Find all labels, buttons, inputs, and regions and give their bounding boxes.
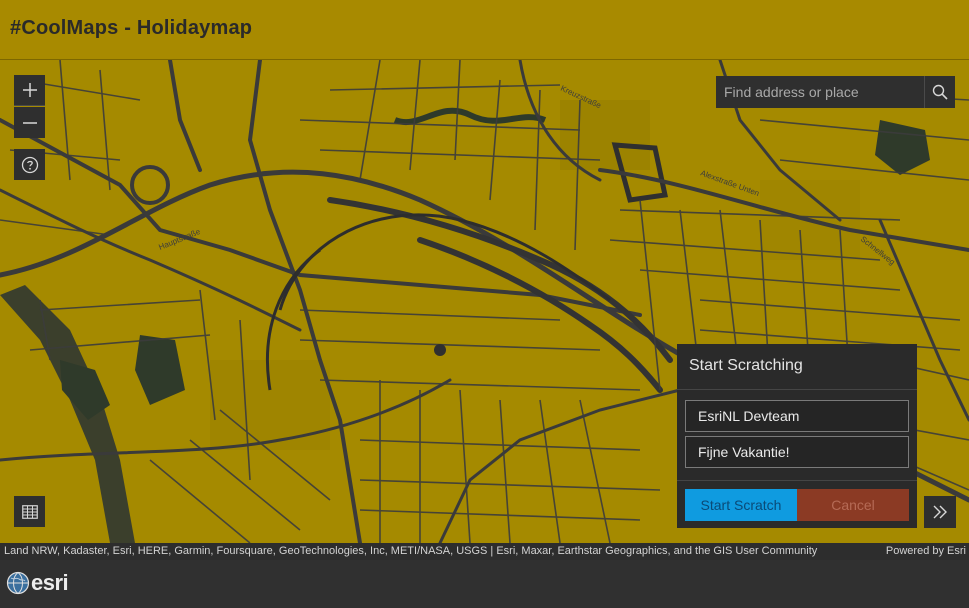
globe-icon	[6, 571, 30, 595]
cancel-button[interactable]: Cancel	[797, 489, 909, 521]
plus-icon	[22, 83, 37, 97]
minus-icon	[22, 121, 37, 124]
question-circle-icon	[21, 156, 38, 173]
table-icon	[21, 504, 38, 519]
attribute-table-button[interactable]	[14, 496, 45, 527]
app-footer: esri	[0, 560, 969, 608]
expand-button[interactable]	[924, 496, 956, 528]
message-field[interactable]: Fijne Vakantie!	[685, 436, 909, 468]
app-title: #CoolMaps - Holidaymap	[10, 17, 253, 39]
map-attribution: Land NRW, Kadaster, Esri, HERE, Garmin, …	[0, 543, 969, 560]
powered-by-link[interactable]: Powered by Esri	[881, 543, 966, 560]
esri-logo-text: esri	[31, 570, 69, 595]
app-header: #CoolMaps - Holidaymap	[0, 0, 969, 60]
start-scratch-button[interactable]: Start Scratch	[685, 489, 797, 521]
search-icon	[932, 84, 948, 100]
attribution-text[interactable]: Land NRW, Kadaster, Esri, HERE, Garmin, …	[4, 543, 870, 560]
help-button[interactable]	[14, 149, 45, 180]
scratch-panel: Start Scratching EsriNL Devteam Fijne Va…	[677, 344, 917, 528]
double-chevron-right-icon	[933, 505, 947, 519]
zoom-out-button[interactable]	[14, 107, 45, 138]
panel-divider	[677, 480, 917, 481]
map-view[interactable]: Kreuzstraße Alexstraße Unten Hauptstraße…	[0, 60, 969, 543]
search-button[interactable]	[924, 76, 955, 108]
name-field[interactable]: EsriNL Devteam	[685, 400, 909, 432]
zoom-in-button[interactable]	[14, 75, 45, 106]
esri-logo[interactable]: esri	[6, 570, 69, 596]
search-input[interactable]	[716, 76, 924, 108]
panel-title: Start Scratching	[677, 344, 917, 390]
search-widget	[716, 76, 955, 108]
